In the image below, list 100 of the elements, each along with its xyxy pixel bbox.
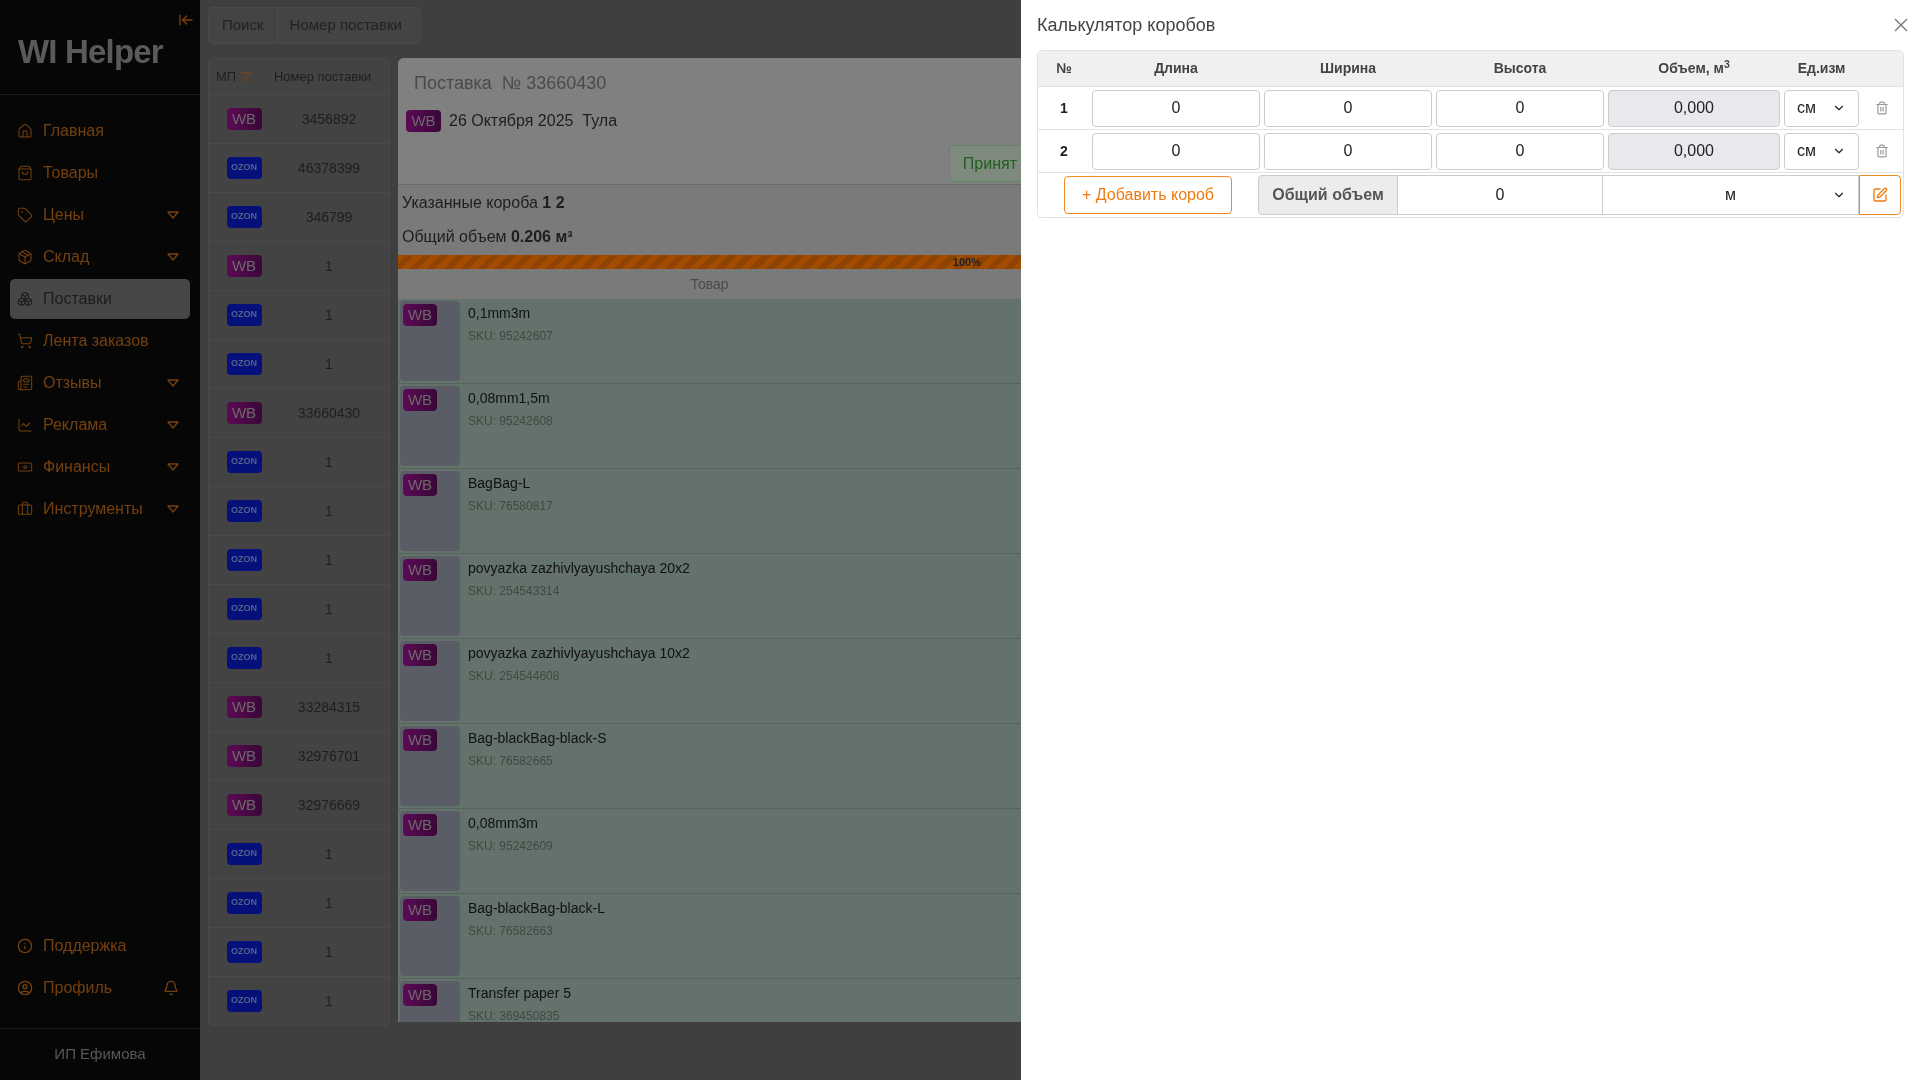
user-icon: [17, 980, 33, 996]
marketplace-badge: WB: [403, 729, 437, 751]
unit-select[interactable]: см: [1784, 132, 1859, 170]
marketplace-badge: WB: [403, 899, 437, 921]
marketplace-badge: OZON: [226, 647, 262, 669]
marketplace-badge: WB: [226, 745, 262, 767]
product-name: BagBag-L: [468, 474, 532, 493]
marketplace-badge: WB: [226, 402, 262, 424]
nav-item[interactable]: Лента заказов: [10, 321, 190, 361]
marketplace-badge: OZON: [226, 892, 262, 914]
cart-icon: [17, 333, 33, 349]
marketplace-badge: WB: [406, 110, 441, 132]
product-name: 0,1mm3m: [468, 304, 532, 323]
product-name: povyazka zazhivlyayushchaya 10x2: [468, 644, 690, 663]
dimension-input[interactable]: 0: [1436, 89, 1604, 127]
list-icon: [17, 375, 33, 391]
boxes-icon: [17, 291, 33, 307]
caret-icon: [167, 463, 179, 471]
nav-item[interactable]: Реклама: [10, 405, 190, 445]
product-name: Transfer paper 5: [468, 984, 571, 1003]
case-icon: [17, 501, 33, 517]
caret-icon: [167, 211, 179, 219]
bell-icon[interactable]: [163, 980, 179, 996]
marketplace-badge: OZON: [226, 451, 262, 473]
marketplace-badge: OZON: [226, 549, 262, 571]
column-header: №: [1055, 59, 1073, 78]
caret-icon: [167, 379, 179, 387]
nav-item[interactable]: Главная: [10, 111, 190, 151]
marketplace-badge: WB: [403, 474, 437, 496]
unit-select[interactable]: см: [1784, 89, 1859, 127]
total-input[interactable]: 0: [1398, 175, 1602, 215]
volume-summary: Общий объем 0.206 м³: [402, 227, 574, 247]
caret-icon: [167, 505, 179, 513]
marketplace-badge: OZON: [226, 843, 262, 865]
nav-item[interactable]: Товары: [10, 153, 190, 193]
delete-icon[interactable]: [1875, 101, 1889, 115]
column-header: Длина: [1153, 59, 1199, 78]
nav-item[interactable]: Поддержка: [43, 934, 183, 958]
volume-field[interactable]: 0,000: [1608, 89, 1780, 127]
delete-icon[interactable]: [1875, 144, 1889, 158]
marketplace-badge: WB: [403, 814, 437, 836]
marketplace-badge: OZON: [226, 353, 262, 375]
edit-button[interactable]: [1859, 175, 1901, 215]
nav-item[interactable]: Отзывы: [10, 363, 190, 403]
chart-icon: [17, 417, 33, 433]
column-header: Ширина: [1318, 59, 1378, 78]
marketplace-badge: OZON: [226, 206, 262, 228]
marketplace-badge: WB: [403, 984, 437, 1006]
dimension-input[interactable]: 0: [1092, 132, 1260, 170]
marketplace-badge: WB: [403, 304, 437, 326]
nav-item[interactable]: Инструменты: [10, 489, 190, 529]
boxes-summary: Указанные короба 1 2: [402, 193, 566, 213]
product-name: Bag-blackBag-black-S: [468, 729, 607, 748]
unit-select[interactable]: м: [1602, 175, 1859, 215]
marketplace-badge: WB: [403, 559, 437, 581]
dimension-input[interactable]: 0: [1264, 132, 1432, 170]
shipment-date: 26 Октября 2025 Тула: [449, 111, 618, 131]
marketplace-badge: OZON: [226, 500, 262, 522]
total-label: Общий объем: [1258, 175, 1398, 215]
bag-icon: [17, 165, 33, 181]
marketplace-badge: OZON: [226, 157, 262, 179]
progress-label: 100%: [952, 255, 981, 269]
wallet-icon: [17, 459, 33, 475]
edit-icon: [1872, 187, 1888, 203]
product-name: 0,08mm3m: [468, 814, 540, 833]
nav-item[interactable]: Профиль: [43, 976, 153, 1000]
marketplace-badge: WB: [226, 108, 262, 130]
accept-button[interactable]: Принят: [948, 145, 1021, 182]
marketplace-badge: OZON: [226, 598, 262, 620]
caret-icon: [167, 421, 179, 429]
marketplace-badge: OZON: [226, 990, 262, 1012]
box-icon: [17, 249, 33, 265]
add-box-button[interactable]: + Добавить короб: [1064, 176, 1232, 214]
logo: WI Helper: [18, 32, 163, 73]
column-header: Ед.изм: [1796, 59, 1847, 78]
nav-item[interactable]: Финансы: [10, 447, 190, 487]
filter-icon[interactable]: [240, 70, 253, 83]
row-number: 1: [1059, 98, 1069, 118]
collapse-icon[interactable]: [178, 12, 194, 28]
product-name: povyazka zazhivlyayushchaya 20x2: [468, 559, 690, 578]
product-name: Bag-blackBag-black-L: [468, 899, 605, 918]
dimension-input[interactable]: 0: [1092, 89, 1260, 127]
marketplace-badge: OZON: [226, 304, 262, 326]
caret-icon: [167, 253, 179, 261]
nav-item[interactable]: Цены: [10, 195, 190, 235]
account-name: ИП Ефимова: [54, 1044, 146, 1065]
dimension-input[interactable]: 0: [1436, 132, 1604, 170]
nav-item[interactable]: Склад: [10, 237, 190, 277]
drawer-title: Калькулятор коробов: [1037, 13, 1216, 37]
marketplace-badge: OZON: [226, 941, 262, 963]
column-header: Объем, м$^{3}$: [1657, 58, 1731, 78]
volume-field[interactable]: 0,000: [1608, 132, 1780, 170]
marketplace-badge: WB: [403, 644, 437, 666]
marketplace-badge: WB: [226, 255, 262, 277]
home-icon: [17, 123, 33, 139]
column-header: Высота: [1492, 59, 1548, 78]
marketplace-badge: WB: [403, 389, 437, 411]
tag-icon: [17, 207, 33, 223]
dimension-input[interactable]: 0: [1264, 89, 1432, 127]
row-number: 2: [1059, 141, 1069, 161]
